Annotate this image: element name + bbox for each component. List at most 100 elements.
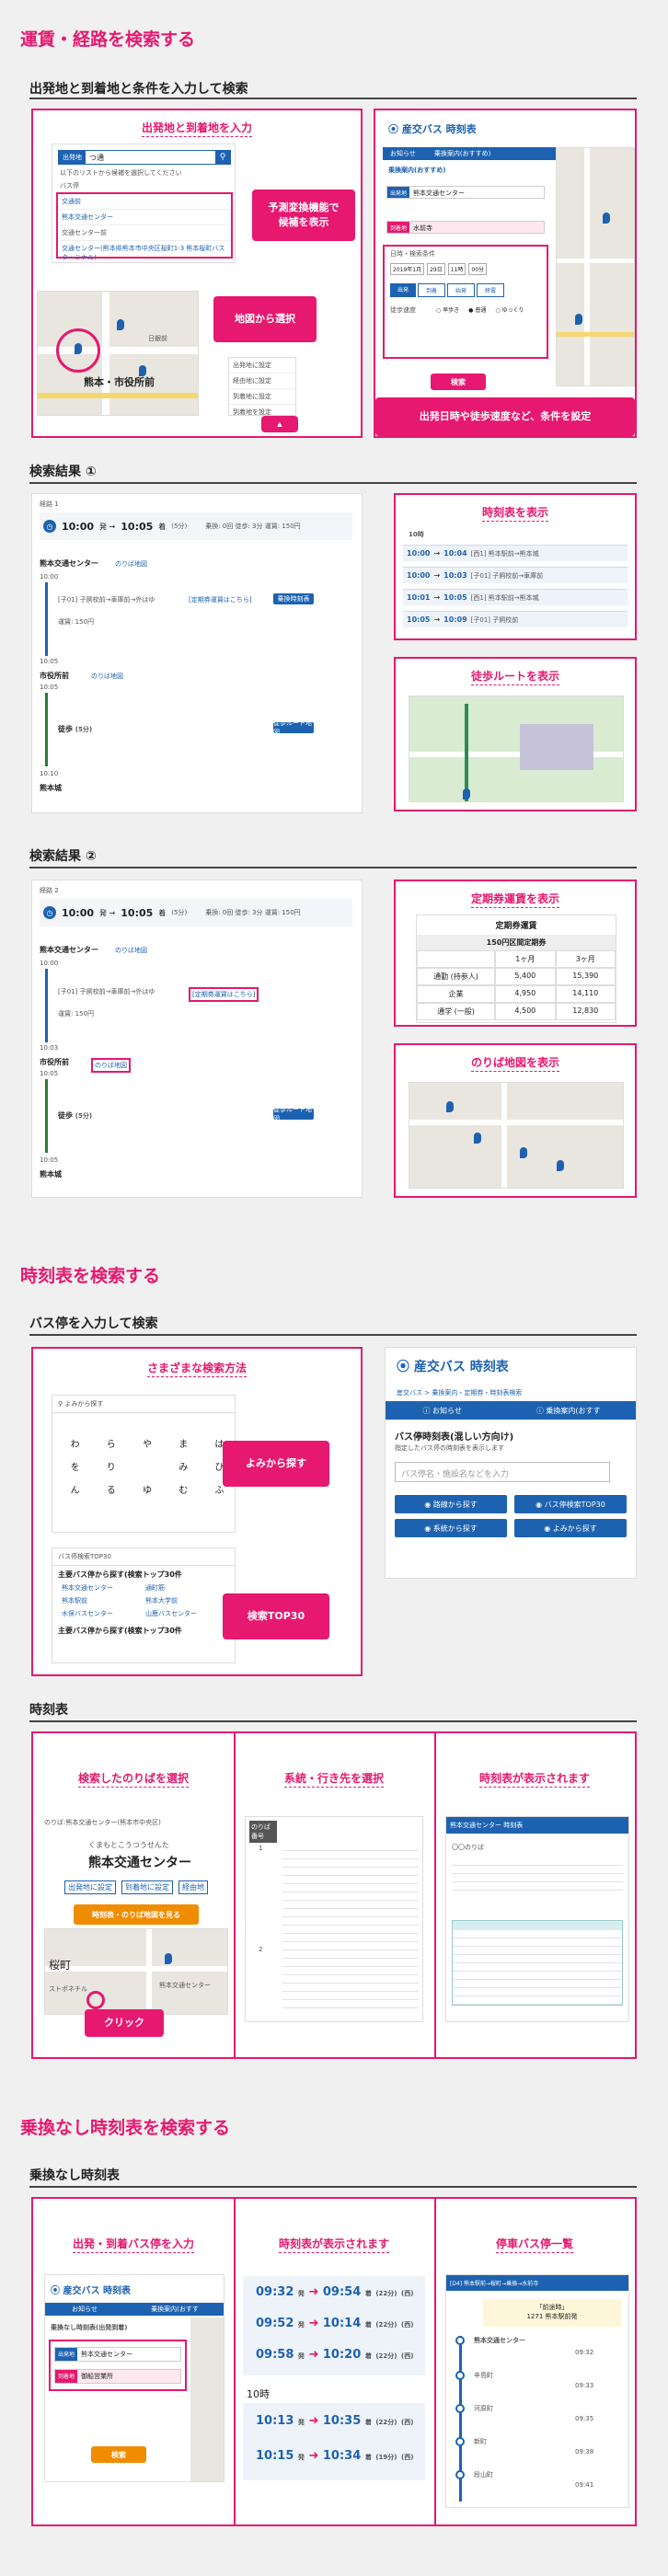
walk-radio[interactable]: ○ 早歩き [436, 305, 459, 314]
stop-map-link[interactable]: のりば地図 [115, 946, 147, 955]
to-field[interactable]: 到着地 御船営業所 [54, 2369, 181, 2384]
nav-item[interactable]: お知らせ [72, 2305, 98, 2314]
walk-radio[interactable]: ● 普通 [468, 305, 486, 314]
timetable-button[interactable]: 乗換時刻表 [273, 593, 314, 604]
bus-stop-pin[interactable] [575, 314, 582, 325]
menu-item[interactable]: 到着地に設定 [229, 389, 295, 405]
top30-item[interactable]: 水俣バスセンター [62, 1609, 142, 1618]
from-field[interactable]: 出発地 熊本交通センター [54, 2347, 181, 2362]
callout-conditions: 出発日時や徒歩速度など、条件を設定 [375, 397, 635, 436]
kana-key[interactable]: み [168, 1459, 199, 1473]
search-input[interactable]: つ通 [86, 151, 215, 164]
timetable-popup-panel: 時刻表を表示 10時 10:00 → 10:04 [西1] 熊本駅前→熊本城 10:0… [394, 493, 637, 640]
kana-key[interactable]: を [60, 1459, 90, 1473]
kana-key[interactable]: む [168, 1482, 199, 1496]
nav-item[interactable]: お知らせ [390, 149, 416, 158]
kana-key[interactable]: ま [168, 1436, 199, 1450]
bus-stop-pin[interactable] [557, 1160, 564, 1171]
top30-item[interactable]: 熊本駅前 [62, 1596, 142, 1605]
tab-first[interactable]: 始発 [447, 283, 476, 297]
stop-dot [455, 2371, 465, 2380]
time-label: 10:05 [40, 1070, 59, 1077]
top30-button[interactable]: ◉ バス停検索TOP30 [514, 1495, 627, 1513]
nav-item[interactable]: 乗換案内(おすすめ) [434, 149, 490, 158]
time-row[interactable]: 09:58 発 ➜ 10:20 着 (22分) (西) [256, 2348, 413, 2362]
line-search-button[interactable]: ◉ 系統から探す [395, 1519, 507, 1537]
kana-search-button[interactable]: ◉ よみから探す [514, 1519, 627, 1537]
candidate-item[interactable]: 交通センター前 [58, 225, 231, 241]
bus-stop-pin[interactable] [520, 1147, 527, 1158]
stop-time: 09:38 [575, 2448, 594, 2455]
bus-stop-pin[interactable] [75, 343, 82, 354]
set-origin-link[interactable]: 出発地に設定 [64, 1880, 116, 1894]
breadcrumb[interactable]: 産交バス > 乗換案内・定期券・時刻表検索 [397, 1388, 522, 1397]
subsection-title-timetable: 時刻表 [29, 1703, 68, 1718]
top30-item[interactable]: 熊本交通センター [62, 1583, 142, 1593]
nav-item[interactable]: ⓘ お知らせ [422, 1406, 461, 1416]
bus-stop-pin[interactable] [446, 1101, 454, 1112]
view-timetable-button[interactable]: 時刻表・のりば地図を見る [74, 1904, 199, 1925]
top30-item[interactable]: 熊本大学前 [145, 1596, 225, 1605]
kana-key[interactable]: り [96, 1459, 126, 1473]
top30-item[interactable]: 山鹿バスセンター [145, 1609, 225, 1618]
kana-key[interactable]: ゆ [132, 1482, 162, 1496]
walk-segment: 徒歩 (5分) [58, 725, 93, 733]
tab-depart[interactable]: 出発 [390, 283, 417, 297]
bus-stop-pin[interactable] [463, 788, 470, 799]
time-row[interactable]: 10:15 発 ➜ 10:34 着 (19分) (西) [256, 2449, 413, 2463]
stop-dot [455, 2404, 465, 2413]
time-row[interactable]: 09:32 発 ➜ 09:54 着 (22分) (西) [256, 2285, 413, 2299]
top30-item[interactable]: 通町筋 [145, 1583, 225, 1593]
kana-key[interactable]: ん [60, 1482, 90, 1496]
busstop-search-input[interactable]: バス停名・施設名などを入力 [395, 1462, 610, 1482]
time-row[interactable]: 09:52 発 ➜ 10:14 着 (22分) (西) [256, 2317, 413, 2330]
walk-radio[interactable]: ○ ゆっくり [495, 305, 524, 314]
search-button[interactable]: 検索 [431, 374, 486, 390]
timetable-row: 10:00 → 10:04 [西1] 熊本駅前→熊本城 [403, 545, 628, 561]
tab-last[interactable]: 終電 [477, 283, 505, 297]
menu-item[interactable]: 経由地に設定 [229, 374, 295, 389]
kana-key[interactable]: ら [96, 1436, 126, 1450]
stop-map-link[interactable]: のりば地図 [91, 1058, 131, 1073]
map-context-menu: 出発地に設定 経由地に設定 到着地に設定 到着地を設定 [228, 357, 296, 416]
menu-item[interactable]: 出発地に設定 [229, 358, 295, 374]
set-via-link[interactable]: 経由地 [179, 1880, 208, 1894]
candidate-item[interactable]: 交通センター(熊本県熊本市中央区桜町1-3 熊本桜町バスターミナル) [58, 241, 231, 262]
bus-stop-pin[interactable] [117, 319, 124, 330]
search-icon[interactable]: ⚲ [215, 151, 230, 164]
stop-kana: くまもとこうつうせんた [88, 1841, 169, 1849]
kana-key[interactable]: や [132, 1436, 162, 1450]
bus-stop-pin[interactable] [474, 1133, 481, 1144]
stop-map-link[interactable]: のりば地図 [115, 559, 147, 569]
panel-title: 時刻表を表示 [396, 504, 635, 522]
stops-header: [D4] 熊本駅前→桜町→乗換→水前寺 [446, 2275, 628, 2291]
bus-stop-pin[interactable] [165, 1953, 172, 1964]
from-field[interactable]: 出発地 熊本交通センター [386, 186, 545, 199]
route-search-button[interactable]: ◉ 路線から探す [395, 1495, 507, 1513]
kana-key[interactable]: わ [60, 1436, 90, 1450]
nav-item[interactable]: 乗換案内(おすす [151, 2305, 199, 2314]
time-row[interactable]: 10:13 発 ➜ 10:35 着 (22分) (西) [256, 2414, 413, 2428]
to-field[interactable]: 到着地 水前寺 [386, 221, 545, 234]
nav-bar: お知らせ 乗換案内(おすすめ) [383, 147, 567, 160]
search-button[interactable]: 検索 [91, 2446, 146, 2463]
kana-key[interactable]: る [96, 1482, 126, 1496]
result-header: ◷ 10:00 発 → 10:05 着 (5分) 乗換: 0回 徒歩: 3分 運… [40, 899, 352, 926]
kana-key[interactable] [132, 1459, 162, 1473]
candidate-item[interactable]: 熊本交通センター [58, 210, 231, 225]
tab-arrive[interactable]: 到着 [418, 283, 446, 297]
day-select[interactable]: 29日 [427, 263, 445, 275]
walk-route-button[interactable]: 徒歩ルート地図 [273, 1106, 314, 1122]
fare-link[interactable]: [定期券運賃はこちら] [189, 987, 259, 1002]
candidate-item[interactable]: 交通前 [58, 194, 231, 210]
set-destination-link[interactable]: 到着地に設定 [121, 1880, 173, 1894]
stop-map-link[interactable]: のりば地図 [91, 672, 123, 681]
minute-select[interactable]: 00分 [468, 263, 488, 275]
bus-stop-pin[interactable] [603, 213, 610, 224]
fare-link[interactable]: [定期券運賃はこちら] [189, 595, 251, 604]
hour-select[interactable]: 11時 [447, 263, 466, 275]
year-select[interactable]: 2019年1月 [390, 263, 425, 275]
menu-item[interactable]: 到着地を設定 [229, 405, 295, 415]
nav-item[interactable]: ⓘ 乗換案内(おすす [536, 1406, 601, 1416]
walk-route-button[interactable]: 徒歩ルート地図 [273, 719, 314, 736]
